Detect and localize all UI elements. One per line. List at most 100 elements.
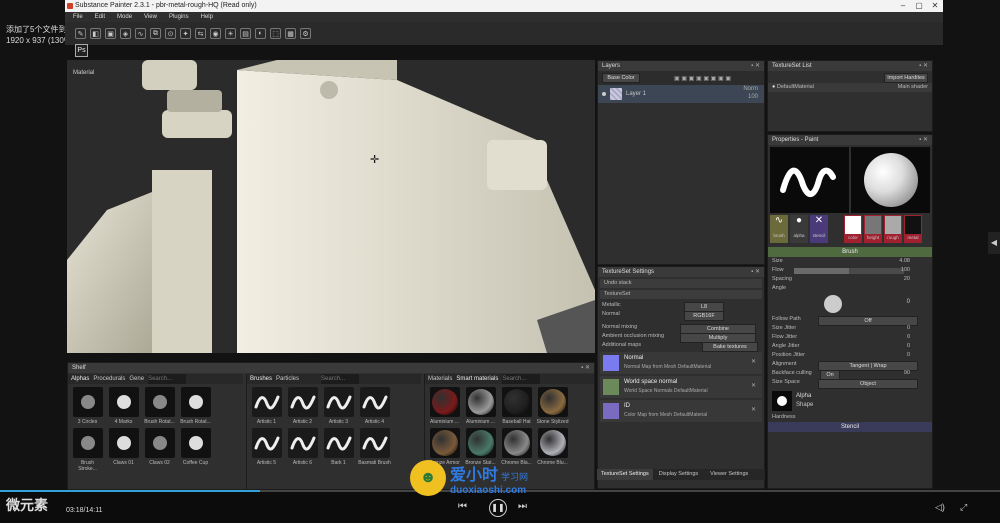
- alphas-search-input[interactable]: Search...: [148, 374, 187, 384]
- menu-help[interactable]: Help: [201, 12, 213, 22]
- tab-brushes[interactable]: Brushes: [250, 374, 272, 384]
- material-thumb[interactable]: Chrome Blu...: [536, 428, 569, 466]
- material-thumb[interactable]: Baseball Hat: [500, 387, 533, 425]
- color-slot[interactable]: color: [844, 215, 862, 243]
- hardness-row[interactable]: Hardness: [768, 413, 932, 422]
- tab-particles[interactable]: Particles: [276, 374, 299, 384]
- side-expand-icon[interactable]: ◀: [988, 232, 1000, 254]
- tab-materials[interactable]: Materials: [428, 374, 452, 384]
- additional-map-item[interactable]: World space normal World Space Normals De…: [600, 376, 762, 398]
- menu-plugins[interactable]: Plugins: [169, 12, 189, 22]
- tab-viewer-settings[interactable]: Viewer Settings: [704, 469, 754, 480]
- picker-icon[interactable]: ⊙: [165, 28, 176, 39]
- lighting-icon[interactable]: ☀: [225, 28, 236, 39]
- alpha-row[interactable]: Alpha Shape: [768, 389, 932, 413]
- brush-thumb[interactable]: Artistic 6: [286, 428, 319, 466]
- tab-procedurals[interactable]: Procedurals: [93, 374, 125, 384]
- spacing-row[interactable]: Spacing 20: [768, 275, 932, 284]
- menu-view[interactable]: View: [144, 12, 157, 22]
- layer-opacity[interactable]: 100: [748, 94, 758, 100]
- size-space-row[interactable]: Size Space Object: [768, 378, 932, 389]
- brush-thumb[interactable]: Artistic 1: [250, 387, 283, 425]
- normal-row[interactable]: Normal RGB16F: [598, 310, 764, 321]
- smudge-icon[interactable]: ∿: [135, 28, 146, 39]
- clone-icon[interactable]: ⧉: [150, 28, 161, 39]
- minimize-icon[interactable]: –: [895, 0, 911, 12]
- textureset-row[interactable]: ● DefaultMaterial Main shader: [768, 83, 932, 92]
- alpha-thumb[interactable]: 3 Circles: [71, 387, 104, 425]
- import-button[interactable]: Import Hardites: [884, 73, 928, 83]
- height-slot[interactable]: height: [864, 215, 882, 243]
- angle-dial[interactable]: [824, 295, 842, 313]
- tab-smart-materials[interactable]: Smart materials: [456, 374, 498, 384]
- material-thumb[interactable]: Aluminium ...: [464, 387, 497, 425]
- layer-blend[interactable]: Norm: [743, 86, 758, 92]
- position-jitter-row[interactable]: Position Jitter 0: [768, 351, 932, 360]
- remove-map-icon[interactable]: ✕: [751, 406, 756, 413]
- render-icon[interactable]: ▤: [240, 28, 251, 39]
- additional-map-item[interactable]: Normal Normal Map from Mesh DefaultMateri…: [600, 352, 762, 374]
- channel-select[interactable]: Base Color: [602, 73, 640, 83]
- tab-textureset-settings[interactable]: TextureSet Settings: [597, 469, 653, 480]
- angle-row[interactable]: 0: [768, 293, 932, 315]
- polygon-fill-icon[interactable]: ◈: [120, 28, 131, 39]
- brush-thumb[interactable]: Artistic 3: [322, 387, 355, 425]
- metallic-slot[interactable]: metal: [904, 215, 922, 243]
- metallic-row[interactable]: Metallic L8: [598, 301, 764, 312]
- paint-brush-icon[interactable]: ✎: [75, 28, 86, 39]
- ao-mixing-row[interactable]: Ambient occlusion mixing Multiply: [598, 332, 764, 343]
- material-thumb[interactable]: Aluminium ...: [428, 387, 461, 425]
- brush-slot[interactable]: ∿ brush: [770, 215, 788, 243]
- alpha-thumb[interactable]: 4 Marks: [107, 387, 140, 425]
- remove-map-icon[interactable]: ✕: [751, 382, 756, 389]
- close-icon[interactable]: ▪ ✕: [751, 267, 760, 277]
- projection-icon[interactable]: ▣: [105, 28, 116, 39]
- brush-section-header[interactable]: Brush: [768, 247, 932, 257]
- camera-icon[interactable]: ◉: [210, 28, 221, 39]
- tab-generators[interactable]: Gene: [129, 374, 144, 384]
- settings-icon[interactable]: ⚙: [300, 28, 311, 39]
- pause-button[interactable]: ❚❚: [489, 499, 507, 517]
- layer-tools-icon[interactable]: ▣ ▣ ▣ ▣ ▣ ▣ ▣ ▣: [674, 75, 731, 82]
- close-icon[interactable]: ▪ ✕: [581, 363, 590, 373]
- visibility-icon[interactable]: [602, 92, 606, 96]
- tab-display-settings[interactable]: Display Settings: [653, 469, 704, 480]
- volume-icon[interactable]: ◁): [935, 502, 945, 513]
- brush-thumb[interactable]: Artistic 4: [358, 387, 391, 425]
- tab-alphas[interactable]: Alphas: [71, 374, 89, 384]
- alpha-thumb[interactable]: Claws 02: [143, 428, 176, 472]
- textureset-row[interactable]: TextureSet: [600, 290, 762, 299]
- menu-mode[interactable]: Mode: [117, 12, 132, 22]
- solo-icon[interactable]: ◐: [255, 28, 266, 39]
- menu-file[interactable]: File: [73, 12, 83, 22]
- screenshot-icon[interactable]: ▦: [285, 28, 296, 39]
- normal-mixing-row[interactable]: Normal mixing Combine: [598, 323, 764, 334]
- brush-thumb[interactable]: Artistic 5: [250, 428, 283, 466]
- backface-row[interactable]: Backface culling On 90: [768, 369, 932, 380]
- roughness-slot[interactable]: rough: [884, 215, 902, 243]
- close-icon[interactable]: ▪ ✕: [919, 135, 928, 145]
- prev-icon[interactable]: ⏮: [458, 501, 467, 512]
- maximize-icon[interactable]: ▢: [911, 0, 927, 12]
- size-row[interactable]: Size 4.08: [768, 257, 932, 274]
- stencil-slot[interactable]: ✕ stencil: [810, 215, 828, 243]
- eraser-icon[interactable]: ◧: [90, 28, 101, 39]
- brush-thumb[interactable]: Basmati Brush: [358, 428, 391, 466]
- menu-edit[interactable]: Edit: [95, 12, 105, 22]
- shader-select[interactable]: Main shader: [898, 83, 928, 92]
- close-icon[interactable]: ✕: [927, 0, 943, 12]
- follow-path-row[interactable]: Follow Path Off: [768, 315, 932, 326]
- layer-row[interactable]: Layer 1 Norm 100: [598, 85, 764, 103]
- alignment-row[interactable]: Alignment Tangent | Wrap: [768, 360, 932, 371]
- close-icon[interactable]: ▪ ✕: [751, 61, 760, 71]
- angle-jitter-row[interactable]: Angle Jitter 0: [768, 342, 932, 351]
- alpha-thumb[interactable]: Brush Rotat...: [143, 387, 176, 425]
- brush-thumb[interactable]: Bark 1: [322, 428, 355, 466]
- alpha-slot[interactable]: ● alpha: [790, 215, 808, 243]
- brushes-search-input[interactable]: Search...: [321, 374, 360, 384]
- size-jitter-row[interactable]: Size Jitter 0: [768, 324, 932, 333]
- close-icon[interactable]: ▪ ✕: [919, 61, 928, 71]
- fullscreen-icon[interactable]: ⤢: [960, 502, 967, 513]
- symmetry-icon[interactable]: ⇆: [195, 28, 206, 39]
- next-icon[interactable]: ⏭: [518, 501, 527, 512]
